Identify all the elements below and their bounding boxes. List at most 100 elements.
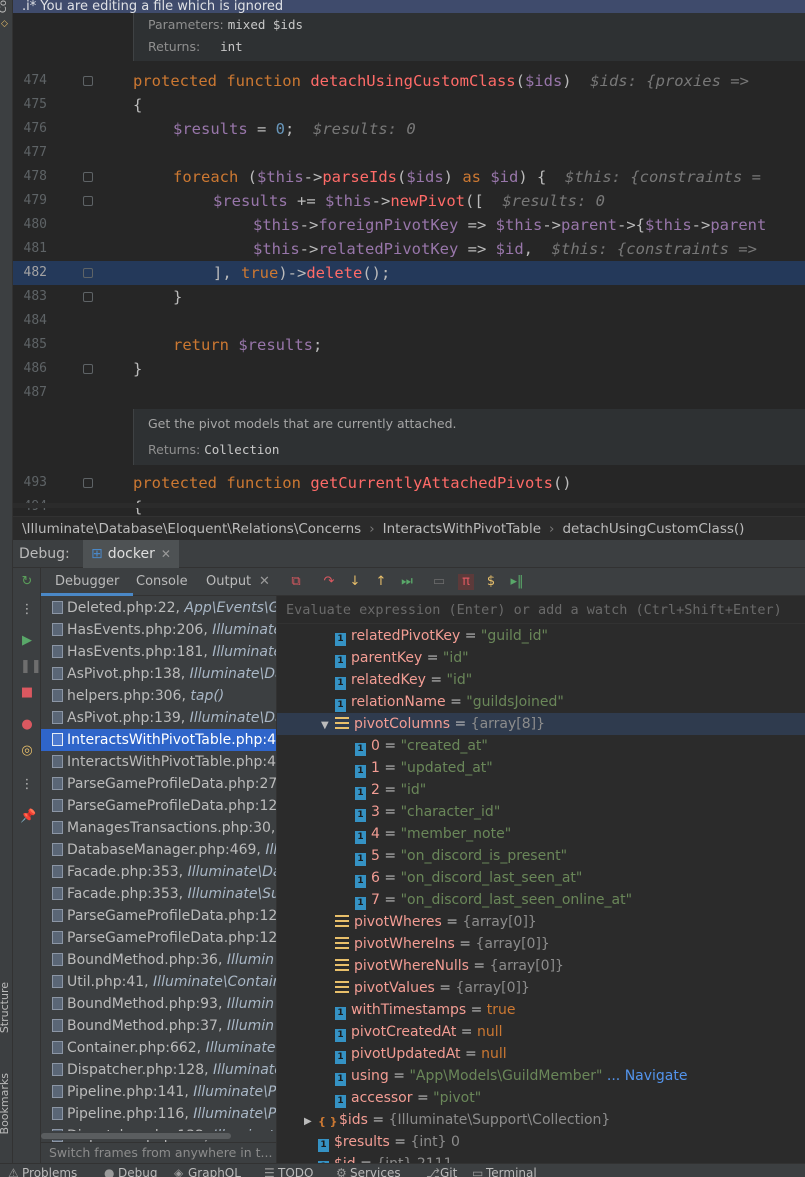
pause-icon[interactable]: ❚❚ [20,660,42,674]
variable-row[interactable]: pivotWheres = {array[0]} [277,911,805,933]
frames-horizontal-scrollbar[interactable] [41,1131,276,1140]
frame-row[interactable]: Dispatcher.php:128, Illuminate [41,1059,276,1081]
bookmarks-tool-tab[interactable]: Bookmarks [0,1073,11,1134]
run-to-cursor-icon[interactable]: ⏭ [399,574,415,590]
frames-icon[interactable]: ⧉ [288,574,304,590]
frame-row[interactable]: AsPivot.php:139, Illuminate\Da [41,707,276,729]
console-icon[interactable]: ▭ [431,574,447,590]
variable-row[interactable]: 1 $results = {int} 0 [277,1131,805,1153]
more-icon[interactable]: ⋮ [20,778,34,792]
variable-row[interactable]: 1 parentKey = "id" [277,647,805,669]
variable-row[interactable]: 1 relationName = "guildsJoined" [277,691,805,713]
variables-panel[interactable]: Evaluate expression (Enter) or add a wat… [276,596,805,1163]
tool-window-button[interactable]: Problems [22,1166,77,1177]
frame-row[interactable]: BoundMethod.php:93, Illumin [41,993,276,1015]
frame-row[interactable]: Deleted.php:22, App\Events\Guil [41,597,276,619]
frame-row[interactable]: Facade.php:353, Illuminate\Dat [41,861,276,883]
expand-down-icon[interactable]: ▼ [321,715,331,737]
fold-icon[interactable] [83,364,93,374]
frame-row[interactable]: InteractsWithPivotTable.php:4 [41,751,276,773]
rerun-icon[interactable]: ↻ [20,575,34,589]
variable-row[interactable]: 16 = "on_discord_last_seen_at" [277,867,805,889]
variable-row[interactable]: 1 accessor = "pivot" [277,1087,805,1109]
pin-icon[interactable]: 📌 [20,810,36,824]
frame-row[interactable]: Pipeline.php:116, Illuminate\Pi [41,1103,276,1125]
evaluate-icon[interactable]: π [458,574,474,590]
tool-window-button[interactable]: GraphQL [188,1166,241,1177]
variable-row[interactable]: ▶{ } $ids = {Illuminate\Support\Collectio… [277,1109,805,1131]
frame-row[interactable]: AsPivot.php:138, Illuminate\Da [41,663,276,685]
fold-icon[interactable] [83,76,93,86]
frame-row[interactable]: DatabaseManager.php:469, Illu [41,839,276,861]
structure-tool-tab[interactable]: Structure [0,982,11,1033]
variable-row[interactable]: 1 relatedKey = "id" [277,669,805,691]
view-breakpoints-icon[interactable]: ● [20,718,34,732]
variable-row[interactable]: 10 = "created_at" [277,735,805,757]
frame-row[interactable]: Facade.php:353, Illuminate\Sup [41,883,276,905]
variable-row[interactable]: 1$id = {int} 2111 [277,1153,805,1163]
frame-row[interactable]: ParseGameProfileData.php:12 [41,927,276,949]
debug-session-tab[interactable]: ⊞ docker ✕ [83,540,179,568]
close-icon[interactable]: ✕ [161,547,171,561]
step-into-icon[interactable]: ↓ [347,574,363,590]
frame-row[interactable]: ParseGameProfileData.php:27 [41,773,276,795]
frame-row[interactable]: BoundMethod.php:37, Illumin [41,1015,276,1037]
step-over-icon[interactable]: ↷ [321,574,337,590]
scrollbar-thumb[interactable] [41,1133,231,1139]
fold-icon[interactable] [83,478,93,488]
dollar-icon[interactable]: $ [483,574,499,590]
code-editor[interactable]: Parameters: mixed $ids Returns: int 474 p… [13,13,805,516]
tool-window-button[interactable]: Git [440,1166,457,1177]
tool-window-button[interactable]: Debug [118,1166,157,1177]
close-icon[interactable]: ✕ [259,568,270,596]
variable-row[interactable]: 11 = "updated_at" [277,757,805,779]
stop-icon[interactable]: ■ [20,686,34,700]
step-out-icon[interactable]: ↑ [373,574,389,590]
fold-icon[interactable] [83,292,93,302]
fold-icon[interactable] [83,268,93,278]
variable-row[interactable]: 1 pivotUpdatedAt = null [277,1043,805,1065]
evaluate-expression-input[interactable]: Evaluate expression (Enter) or add a wat… [277,596,805,624]
tab-debugger[interactable]: Debugger [41,568,134,596]
fold-icon[interactable] [83,196,93,206]
resume-icon[interactable]: ▶ [20,634,34,648]
resume-program-icon[interactable]: ▸‖ [509,574,525,590]
left-strip-top-label[interactable]: Co [0,0,9,13]
more-icon[interactable]: ⋮ [20,603,34,617]
variable-row[interactable]: pivotValues = {array[0]} [277,977,805,999]
frame-row[interactable]: Container.php:662, Illuminate\ [41,1037,276,1059]
frame-row[interactable]: InteractsWithPivotTable.php:4 [41,729,276,751]
navigate-link[interactable]: ... Navigate [607,1068,688,1084]
tab-output[interactable]: Output [206,568,251,596]
tool-window-button[interactable]: Terminal [486,1166,537,1177]
frame-row[interactable]: Util.php:41, Illuminate\Containe [41,971,276,993]
fold-icon[interactable] [83,172,93,182]
variable-row[interactable]: 17 = "on_discord_last_seen_online_at" [277,889,805,911]
expand-right-icon[interactable]: ▶ [304,1111,314,1133]
variable-row[interactable]: 14 = "member_note" [277,823,805,845]
editor-horizontal-scrollbar[interactable] [13,503,805,508]
frame-row[interactable]: helpers.php:306, tap() [41,685,276,707]
breadcrumb-namespace[interactable]: \Illuminate\Database\Eloquent\Relations\… [22,521,361,537]
mute-breakpoints-icon[interactable]: ◎ [20,744,34,758]
frame-row[interactable]: HasEvents.php:181, Illuminate\ [41,641,276,663]
tab-console[interactable]: Console [136,568,188,596]
tool-window-button[interactable]: Services [350,1166,401,1177]
frame-row[interactable]: BoundMethod.php:36, Illumin [41,949,276,971]
variable-row[interactable]: pivotWhereNulls = {array[0]} [277,955,805,977]
frame-row[interactable]: ParseGameProfileData.php:12 [41,905,276,927]
variable-row[interactable]: 13 = "character_id" [277,801,805,823]
frames-list[interactable]: Deleted.php:22, App\Events\GuilHasEvents… [41,596,276,1142]
variable-row[interactable]: 1 pivotCreatedAt = null [277,1021,805,1043]
breadcrumb-trait[interactable]: InteractsWithPivotTable [383,521,541,537]
frame-row[interactable]: HasEvents.php:206, Illuminate\ [41,619,276,641]
variable-row[interactable]: 1 relatedPivotKey = "guild_id" [277,625,805,647]
variable-row[interactable]: ▼ pivotColumns = {array[8]} [277,713,805,735]
frame-row[interactable]: ParseGameProfileData.php:12 [41,795,276,817]
frame-row[interactable]: Pipeline.php:141, Illuminate\Pi [41,1081,276,1103]
tool-window-button[interactable]: TODO [278,1166,313,1177]
variable-row[interactable]: 12 = "id" [277,779,805,801]
variable-row[interactable]: 15 = "on_discord_is_present" [277,845,805,867]
commit-icon[interactable]: ◇ [1,20,10,29]
variable-row[interactable]: pivotWhereIns = {array[0]} [277,933,805,955]
